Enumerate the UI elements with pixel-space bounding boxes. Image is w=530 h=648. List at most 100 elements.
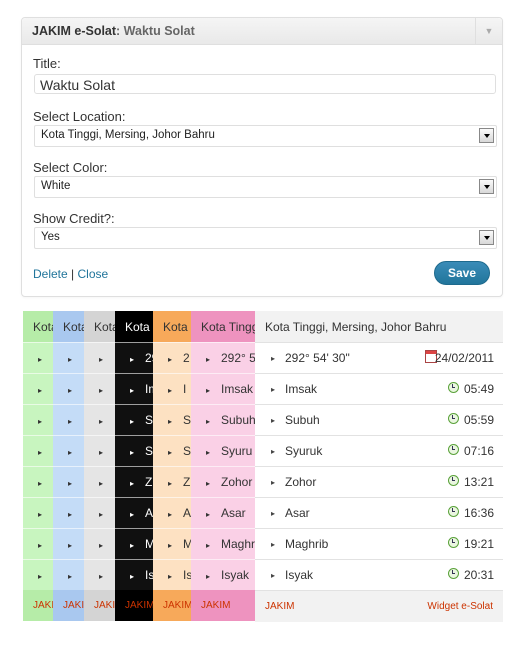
prayer-row: ▸ Syuruk 07:16 bbox=[255, 435, 503, 466]
save-button[interactable]: Save bbox=[434, 261, 490, 285]
theme-strip-row: ▸ bbox=[53, 559, 84, 591]
arrow-right-icon: ▸ bbox=[38, 479, 43, 488]
arrow-right-icon: ▸ bbox=[168, 448, 173, 457]
location-select[interactable]: Kota Tinggi, Mersing, Johor Bahru bbox=[34, 125, 497, 147]
arrow-right-icon: ▸ bbox=[130, 572, 135, 581]
arrow-right-icon: ▸ bbox=[168, 541, 173, 550]
theme-strip-row: ▸ bbox=[84, 342, 115, 374]
prayer-row: ▸ Maghrib 19:21 bbox=[255, 528, 503, 559]
theme-strip-row: ▸ Is bbox=[153, 559, 191, 591]
theme-strip-row: ▸ bbox=[53, 404, 84, 436]
theme-strip-row: ▸ Asar bbox=[191, 497, 255, 529]
arrow-right-icon: ▸ bbox=[206, 479, 211, 488]
arrow-right-icon: ▸ bbox=[38, 572, 43, 581]
credit-select[interactable]: Yes bbox=[34, 227, 497, 249]
theme-strip-row: ▸ Zohor bbox=[191, 466, 255, 498]
theme-strip-row: ▸ 2 bbox=[153, 342, 191, 374]
prayer-time: 05:49 bbox=[463, 382, 494, 396]
theme-strip-row: ▸Im bbox=[115, 373, 153, 405]
theme-strip-row: ▸ M bbox=[153, 528, 191, 560]
location-dropdown-button[interactable] bbox=[479, 128, 494, 143]
theme-strip-row: ▸ bbox=[53, 342, 84, 374]
arrow-right-icon: ▸ bbox=[206, 510, 211, 519]
theme-strip-row: ▸ Z bbox=[153, 466, 191, 498]
theme-strip-row: ▸ bbox=[53, 466, 84, 498]
theme-strip-row: ▸ A bbox=[115, 497, 153, 529]
theme-strip-row-text: Maghri bbox=[221, 537, 256, 551]
theme-strip-header-text: Kota bbox=[125, 320, 150, 334]
arrow-right-icon: ▸ bbox=[99, 355, 104, 364]
credit-dropdown-button[interactable] bbox=[479, 230, 494, 245]
theme-strip-header-text: Kota Tinggi bbox=[201, 320, 256, 334]
theme-strip-footer: JAKIM bbox=[191, 590, 255, 621]
chevron-down-icon bbox=[483, 235, 490, 240]
widget-toggle-button[interactable]: ▼ bbox=[475, 18, 502, 44]
link-separator: | bbox=[71, 267, 75, 281]
arrow-right-icon: ▸ bbox=[99, 541, 104, 550]
theme-strip-row: ▸ S bbox=[153, 435, 191, 467]
theme-strip-row: ▸ bbox=[84, 497, 115, 529]
color-dropdown-button[interactable] bbox=[479, 179, 494, 194]
chevron-down-icon bbox=[483, 184, 490, 189]
color-select[interactable]: White bbox=[34, 176, 497, 198]
widget-credit-link[interactable]: Widget e-Solat bbox=[427, 601, 493, 612]
arrow-right-icon: ▸ bbox=[168, 479, 173, 488]
close-link[interactable]: Close bbox=[78, 267, 109, 281]
theme-strip-row-text: Syuru bbox=[221, 444, 253, 458]
theme-strip-row-text: 2 bbox=[183, 351, 190, 365]
clock-icon bbox=[448, 537, 459, 548]
widget-title: JAKIM e-Solat: Waktu Solat bbox=[32, 24, 195, 38]
theme-strip-row: ▸ bbox=[84, 466, 115, 498]
title-label: Title: bbox=[33, 56, 61, 71]
chevron-down-icon bbox=[483, 133, 490, 138]
theme-strip-footer: JAKIM bbox=[84, 590, 115, 621]
widget-subtitle: : Waktu Solat bbox=[116, 24, 195, 38]
theme-strip-row: ▸ bbox=[84, 435, 115, 467]
current-date: 24/02/2011 bbox=[434, 351, 494, 365]
theme-strip-row: ▸ bbox=[53, 373, 84, 405]
arrow-right-icon: ▸ bbox=[38, 386, 43, 395]
widget-panel: JAKIM e-Solat: Waktu Solat ▼ Title: Wakt… bbox=[21, 17, 503, 297]
arrow-right-icon: ▸ bbox=[206, 386, 211, 395]
theme-strip-row-text: S bbox=[183, 413, 192, 427]
delete-link[interactable]: Delete bbox=[33, 267, 68, 281]
jakim-credit-link[interactable]: JAKIM bbox=[265, 601, 294, 612]
arrow-right-icon: ▸ bbox=[271, 416, 276, 425]
title-input[interactable]: Waktu Solat bbox=[34, 74, 496, 94]
theme-strip-row: ▸ bbox=[84, 528, 115, 560]
theme-strip-row: ▸ I bbox=[153, 373, 191, 405]
color-select-value: White bbox=[41, 180, 71, 192]
theme-strip-footer-text: JAKIM bbox=[201, 600, 231, 611]
theme-strip-row: ▸ bbox=[23, 404, 53, 436]
theme-strip-row-text: S bbox=[145, 444, 154, 458]
theme-strip-row-text: A bbox=[145, 506, 154, 520]
arrow-right-icon: ▸ bbox=[99, 448, 104, 457]
arrow-right-icon: ▸ bbox=[38, 355, 43, 364]
credit-select-value: Yes bbox=[41, 231, 60, 243]
arrow-right-icon: ▸ bbox=[68, 355, 73, 364]
theme-strip-footer-text: JAKIM bbox=[94, 600, 116, 611]
theme-strip-row: ▸ Z bbox=[115, 466, 153, 498]
prayer-row: ▸ Asar 16:36 bbox=[255, 497, 503, 528]
theme-strip-footer-text: JAKIM bbox=[33, 600, 53, 611]
arrow-right-icon: ▸ bbox=[68, 510, 73, 519]
theme-strip: Kota ▸ ▸ ▸ ▸ ▸ ▸ ▸ ▸ JAKIM bbox=[84, 311, 116, 621]
arrow-right-icon: ▸ bbox=[130, 355, 135, 364]
theme-strip-row-text: A bbox=[183, 506, 192, 520]
clock-icon bbox=[448, 382, 459, 393]
theme-strip-row: ▸ bbox=[23, 559, 53, 591]
theme-strip-row: ▸ 292° 5 bbox=[191, 342, 255, 374]
theme-strip-footer-text: JAKIM bbox=[163, 600, 192, 611]
prayer-time: 19:21 bbox=[463, 537, 494, 551]
arrow-right-icon: ▸ bbox=[168, 386, 173, 395]
theme-strip-header-text: Kota bbox=[163, 320, 188, 334]
widget-header[interactable]: JAKIM e-Solat: Waktu Solat ▼ bbox=[22, 18, 502, 45]
arrow-right-icon: ▸ bbox=[168, 572, 173, 581]
arrow-right-icon: ▸ bbox=[168, 355, 173, 364]
theme-strip-footer: JAKIM bbox=[153, 590, 191, 621]
arrow-right-icon: ▸ bbox=[168, 510, 173, 519]
arrow-right-icon: ▸ bbox=[68, 541, 73, 550]
arrow-right-icon: ▸ bbox=[271, 571, 276, 580]
arrow-right-icon: ▸ bbox=[38, 541, 43, 550]
prayer-name: Subuh bbox=[285, 413, 320, 427]
